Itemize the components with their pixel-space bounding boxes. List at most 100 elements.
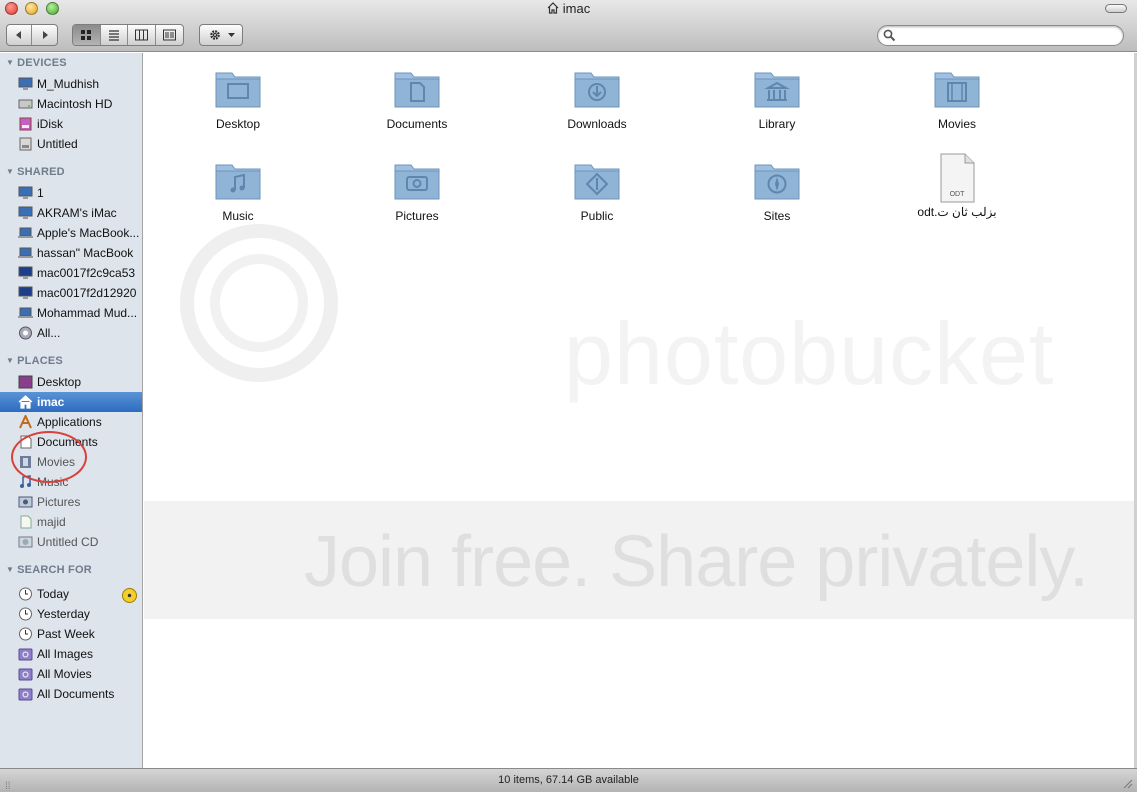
disclosure-triangle-icon: ▼ bbox=[6, 565, 15, 574]
sidebar-item-label: Music bbox=[37, 475, 69, 489]
sidebar-item-idisk[interactable]: iDisk bbox=[0, 114, 142, 134]
sidebar-item-label: 1 bbox=[37, 186, 44, 200]
music-note-icon bbox=[20, 475, 31, 488]
window-resize-grip-icon[interactable] bbox=[1121, 777, 1133, 789]
item-label: Music bbox=[222, 209, 254, 223]
disclosure-triangle-icon: ▼ bbox=[6, 356, 15, 365]
action-menu-button[interactable] bbox=[199, 24, 243, 46]
coverflow-view-icon bbox=[162, 29, 176, 41]
downloads-folder-icon bbox=[574, 72, 620, 108]
item-label: Downloads bbox=[567, 117, 627, 131]
forward-button[interactable] bbox=[32, 25, 57, 45]
disk-icon bbox=[19, 137, 32, 151]
sidebar-item-yesterday[interactable]: Yesterday bbox=[0, 604, 142, 624]
sidebar-item-label: Pictures bbox=[37, 495, 81, 509]
sidebar-item-mac0017f2c9ca53[interactable]: mac0017f2c9ca53 bbox=[0, 263, 142, 283]
sidebar-item-all-shared[interactable]: All... bbox=[0, 323, 142, 343]
sidebar-item-label: mac0017f2c9ca53 bbox=[37, 266, 136, 280]
clock-icon bbox=[19, 587, 32, 601]
sidebar-item-untitled[interactable]: Untitled bbox=[0, 134, 142, 154]
coverflow-view-button[interactable] bbox=[156, 25, 183, 45]
pictures-folder-icon bbox=[394, 164, 440, 200]
folder-pictures[interactable]: Pictures bbox=[357, 159, 477, 223]
item-label: Public bbox=[580, 209, 614, 223]
sidebar-item-all-documents[interactable]: All Documents bbox=[0, 684, 142, 704]
list-view-button[interactable] bbox=[101, 25, 128, 45]
status-text: 10 items, 67.14 GB available bbox=[498, 774, 639, 786]
sidebar-item-shared-1[interactable]: 1 bbox=[0, 183, 142, 203]
sidebar-item-label: Documents bbox=[37, 435, 98, 449]
folder-music[interactable]: Music bbox=[178, 159, 298, 223]
item-label: Desktop bbox=[215, 117, 261, 131]
search-field[interactable] bbox=[877, 25, 1124, 46]
folder-movies[interactable]: Movies bbox=[897, 67, 1017, 131]
sidebar-item-past-week[interactable]: Past Week bbox=[0, 624, 142, 644]
sidebar-item-label: mac0017f2d12920 bbox=[37, 286, 137, 300]
sidebar-item-hassan-macbook[interactable]: hassan" MacBook bbox=[0, 243, 142, 263]
sidebar-item-majid[interactable]: majid bbox=[0, 512, 142, 532]
sidebar-item-apples-macbook[interactable]: Apple's MacBook... bbox=[0, 223, 142, 243]
sidebar-item-pictures[interactable]: Pictures bbox=[0, 492, 142, 512]
watermark-tagline-text: Join free. Share privately. bbox=[304, 522, 1089, 602]
sidebar-item-macintosh-hd[interactable]: Macintosh HD bbox=[0, 94, 142, 114]
sidebar-item-mohammad-mud[interactable]: Mohammad Mud... bbox=[0, 303, 142, 323]
idisk-icon bbox=[19, 117, 32, 131]
sidebar-item-imac-home[interactable]: imac bbox=[0, 392, 142, 412]
folder-desktop[interactable]: Desktop bbox=[178, 67, 298, 131]
sidebar-item-all-movies[interactable]: All Movies bbox=[0, 664, 142, 684]
sidebar-item-desktop[interactable]: Desktop bbox=[0, 372, 142, 392]
window-title-text: imac bbox=[562, 1, 591, 16]
section-title: PLACES bbox=[17, 355, 63, 367]
sidebar-section-devices[interactable]: ▼ DEVICES bbox=[6, 57, 67, 69]
column-view-button[interactable] bbox=[128, 25, 156, 45]
sidebar-item-label: Macintosh HD bbox=[37, 97, 113, 111]
sidebar-item-music[interactable]: Music bbox=[0, 472, 142, 492]
laptop-icon bbox=[18, 227, 33, 238]
back-button[interactable] bbox=[7, 25, 33, 45]
sidebar-section-shared[interactable]: ▼ SHARED bbox=[6, 166, 65, 178]
file-browser-content: Desktop Documents Downloads Library Movi… bbox=[144, 53, 1134, 768]
laptop-icon bbox=[18, 247, 33, 258]
documents-folder-icon bbox=[394, 72, 440, 108]
folder-downloads[interactable]: Downloads bbox=[537, 67, 657, 131]
sidebar-item-movies[interactable]: Movies bbox=[0, 452, 142, 472]
sidebar-item-akrams-imac[interactable]: AKRAM's iMac bbox=[0, 203, 142, 223]
file-odt-document[interactable]: ODT odt.بزلب ثان ت bbox=[897, 153, 1017, 219]
sidebar-section-search-for[interactable]: ▼ SEARCH FOR bbox=[6, 564, 92, 576]
sidebar-item-untitled-cd[interactable]: Untitled CD bbox=[0, 532, 142, 552]
smart-folder-icon bbox=[18, 688, 33, 701]
sidebar-item-applications[interactable]: Applications bbox=[0, 412, 142, 432]
folder-sites[interactable]: Sites bbox=[717, 159, 837, 223]
cd-icon bbox=[18, 536, 33, 548]
folder-documents[interactable]: Documents bbox=[357, 67, 477, 131]
icon-view-icon bbox=[81, 30, 92, 40]
item-label: Documents bbox=[386, 117, 448, 131]
computer-icon bbox=[18, 266, 33, 279]
section-title: DEVICES bbox=[17, 57, 67, 69]
sidebar-item-mac0017f2d12920[interactable]: mac0017f2d12920 bbox=[0, 283, 142, 303]
folder-public[interactable]: Public bbox=[537, 159, 657, 223]
toolbar-toggle-button[interactable] bbox=[1105, 4, 1127, 13]
sidebar-item-label: Past Week bbox=[37, 627, 95, 641]
music-folder-icon bbox=[215, 164, 261, 200]
icon-view-button[interactable] bbox=[73, 25, 101, 45]
sidebar-resize-grip-icon[interactable]: ⁞⁞ bbox=[5, 775, 11, 792]
sidebar-section-places[interactable]: ▼ PLACES bbox=[6, 355, 63, 367]
navigation-buttons bbox=[6, 24, 58, 46]
search-input[interactable] bbox=[900, 29, 1115, 43]
sidebar-item-documents[interactable]: Documents bbox=[0, 432, 142, 452]
odt-document-icon: ODT bbox=[940, 153, 975, 203]
sidebar-item-all-images[interactable]: All Images bbox=[0, 644, 142, 664]
folder-library[interactable]: Library bbox=[717, 67, 837, 131]
document-icon bbox=[20, 435, 32, 449]
section-title: SHARED bbox=[17, 166, 65, 178]
sidebar-item-label: Today bbox=[37, 587, 70, 601]
column-view-icon bbox=[134, 29, 148, 41]
forward-arrow-icon bbox=[42, 31, 48, 39]
item-label: Pictures bbox=[395, 209, 439, 223]
desktop-icon bbox=[18, 375, 33, 389]
sidebar-item-label: Movies bbox=[37, 455, 76, 469]
sidebar-item-label: Apple's MacBook... bbox=[37, 226, 140, 240]
sidebar-item-today[interactable]: Today bbox=[0, 584, 142, 604]
sidebar-item-m-mudhish[interactable]: M_Mudhish bbox=[0, 74, 142, 94]
